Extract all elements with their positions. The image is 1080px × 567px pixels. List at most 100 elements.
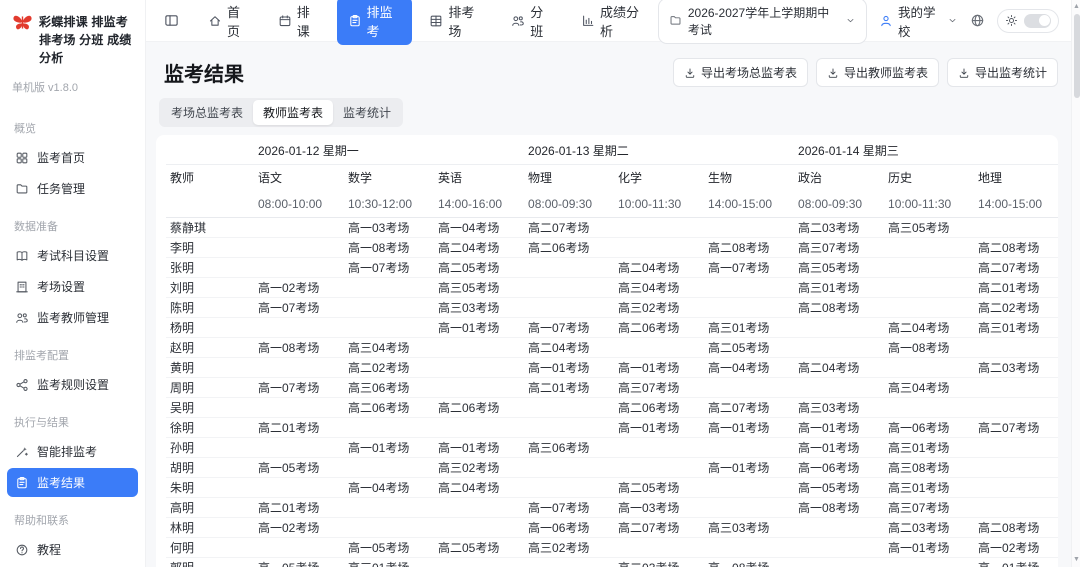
exam-room-cell: 高一01考场 — [704, 457, 795, 478]
sidebar-item-label: 任务管理 — [37, 182, 86, 196]
folder-icon — [15, 182, 29, 196]
download-icon — [827, 67, 839, 79]
exam-room-cell — [434, 417, 525, 438]
exam-room-cell: 高二04考场 — [884, 317, 975, 338]
tab-考场总监考表[interactable]: 考场总监考表 — [161, 100, 253, 125]
exam-room-cell — [344, 417, 434, 438]
exam-room-cell: 高二06考场 — [524, 237, 615, 258]
table-row: 周明 高一07考场 高三06考场 高二01考场 高三07考场 高三04考场 — [166, 377, 1058, 398]
table-icon — [429, 14, 443, 28]
sidebar-item-监考结果[interactable]: 监考结果 — [7, 468, 138, 497]
exam-room-cell — [254, 217, 344, 238]
exam-room-cell: 高二06考场 — [344, 397, 434, 418]
nav-item-分班[interactable]: 分班 — [500, 0, 564, 45]
exam-room-cell: 高二08考场 — [974, 237, 1058, 258]
sidebar-section-label: 帮助和联系 — [14, 515, 69, 527]
exam-room-cell — [524, 297, 615, 318]
export-button-导出教师监考表[interactable]: 导出教师监考表 — [815, 58, 939, 87]
nav-item-label: 排课 — [296, 4, 310, 39]
exam-room-cell: 高一02考场 — [974, 537, 1058, 558]
exam-room-cell: 高二01考场 — [974, 277, 1058, 298]
exam-room-cell: 高二07考场 — [614, 517, 705, 538]
sidebar-item-考场设置[interactable]: 考场设置 — [7, 272, 138, 301]
nav-item-排课[interactable]: 排课 — [267, 0, 331, 45]
scrollbar-thumb[interactable] — [1073, 14, 1080, 98]
exam-room-cell: 高一07考场 — [704, 257, 795, 278]
globe-icon[interactable] — [970, 13, 985, 28]
school-menu[interactable]: 我的学校 — [879, 2, 958, 40]
sidebar-section-label: 概览 — [14, 123, 36, 135]
tab-监考统计[interactable]: 监考统计 — [333, 100, 401, 125]
scrollbar-down-arrow[interactable]: ▼ — [1072, 555, 1080, 565]
nav-item-排监考[interactable]: 排监考 — [336, 0, 413, 45]
exam-room-cell: 高三02考场 — [434, 457, 525, 478]
exam-room-cell — [794, 337, 885, 358]
school-label: 我的学校 — [898, 5, 936, 39]
subject-header: 数学 — [348, 171, 373, 186]
exam-room-cell: 高一05考场 — [794, 477, 885, 498]
subject-header: 物理 — [528, 171, 553, 186]
export-button-label: 导出监考统计 — [974, 66, 1047, 80]
exam-room-cell: 高三03考场 — [704, 517, 795, 538]
exam-room-cell: 高一01考场 — [434, 317, 525, 338]
table-row: 刘明 高一02考场 高三05考场 高三04考场 高三01考场 高二01考场 — [166, 277, 1058, 298]
window-scrollbar[interactable]: ▲ ▼ — [1071, 0, 1080, 567]
nav-item-排考场[interactable]: 排考场 — [418, 0, 494, 45]
time-slot-header: 10:00-11:30 — [884, 191, 975, 218]
exam-room-cell: 高二08考场 — [704, 237, 795, 258]
exam-room-cell — [794, 377, 885, 398]
exam-room-cell: 高一08考场 — [794, 497, 885, 518]
calendar-icon — [278, 14, 292, 28]
exam-room-cell: 高二03考场 — [614, 557, 705, 567]
sidebar-item-label: 监考首页 — [37, 151, 86, 165]
sidebar-item-监考教师管理[interactable]: 监考教师管理 — [7, 303, 138, 332]
sun-icon — [1005, 14, 1018, 27]
theme-toggle[interactable] — [997, 8, 1059, 33]
exam-selector[interactable]: 2026-2027学年上学期期中考试 — [657, 0, 867, 44]
exam-room-cell: 高二01考场 — [254, 497, 344, 518]
exam-room-cell — [434, 357, 525, 378]
exam-room-cell — [974, 497, 1058, 518]
result-tabs: 考场总监考表 教师监考表 监考统计 — [159, 98, 404, 127]
sidebar-item-监考首页[interactable]: 监考首页 — [7, 143, 138, 172]
rules-icon — [15, 378, 29, 392]
exam-room-cell — [254, 477, 344, 498]
sidebar-item-智能排监考[interactable]: 智能排监考 — [7, 437, 138, 466]
exam-room-cell — [974, 377, 1058, 398]
exam-room-cell: 高一07考场 — [524, 497, 615, 518]
sidebar-item-教程[interactable]: 教程 — [7, 535, 138, 564]
exam-room-cell: 高一05考场 — [344, 537, 434, 558]
exam-room-cell: 高二04考场 — [614, 257, 705, 278]
exam-room-cell — [974, 477, 1058, 498]
exam-room-cell: 高一01考场 — [884, 537, 975, 558]
users-icon — [511, 14, 525, 28]
sidebar-item-label: 监考教师管理 — [37, 311, 110, 325]
tab-教师监考表[interactable]: 教师监考表 — [253, 100, 334, 125]
exam-room-cell: 高三05考场 — [794, 257, 885, 278]
export-button-导出考场总监考表[interactable]: 导出考场总监考表 — [672, 58, 808, 87]
exam-room-cell — [254, 397, 344, 418]
nav-item-label: 成绩分析 — [599, 4, 639, 39]
sidebar-item-考试科目设置[interactable]: 考试科目设置 — [7, 241, 138, 270]
teacher-name-cell: 李明 — [166, 237, 254, 258]
theme-switch-knob[interactable] — [1024, 13, 1051, 28]
table-row: 赵明 高一08考场 高三04考场 高二04考场 高二05考场 高一08考场 — [166, 337, 1058, 358]
sidebar-toggle-icon[interactable] — [160, 9, 183, 32]
download-icon — [684, 67, 696, 79]
nav-item-首页[interactable]: 首页 — [197, 0, 261, 45]
export-button-导出监考统计[interactable]: 导出监考统计 — [946, 58, 1058, 87]
sidebar-menu: 概览 监考首页 任务管理 数据准备 考试科目设置 考场设置 监考教师管理 排监考配置 监考规则设… — [0, 107, 145, 567]
exam-room-cell — [344, 457, 434, 478]
exam-room-cell: 高三06考场 — [344, 377, 434, 398]
time-slot-header: 08:00-10:00 — [254, 191, 344, 218]
table-row: 吴明 高二06考场 高二06考场 高二06考场 高二07考场 高三03考场 — [166, 397, 1058, 418]
exam-room-cell — [524, 417, 615, 438]
exam-room-cell — [254, 437, 344, 458]
exam-room-cell: 高一01考场 — [794, 417, 885, 438]
scrollbar-up-arrow[interactable]: ▲ — [1072, 2, 1080, 12]
exam-room-cell: 高二06考场 — [614, 317, 705, 338]
sidebar-item-监考规则设置[interactable]: 监考规则设置 — [7, 370, 138, 399]
time-slot-header: 14:00-16:00 — [434, 191, 525, 218]
sidebar-item-任务管理[interactable]: 任务管理 — [7, 174, 138, 203]
nav-item-成绩分析[interactable]: 成绩分析 — [570, 0, 658, 45]
